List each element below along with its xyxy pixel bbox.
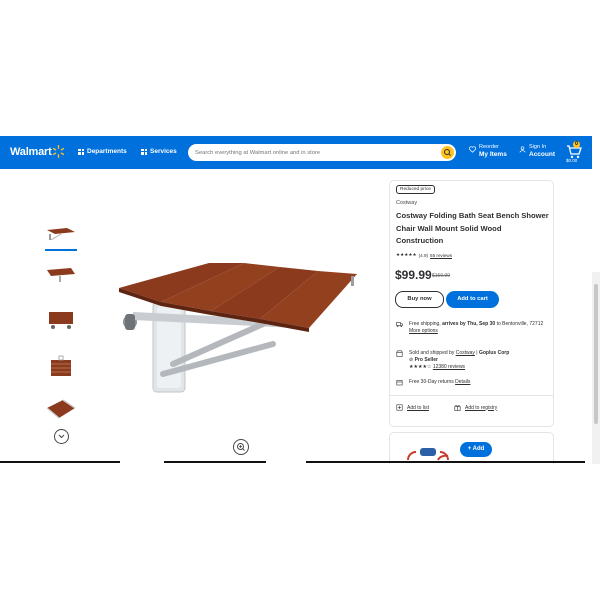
cart-total: $0.00 (566, 158, 578, 163)
reduced-price-badge: Reduced price (396, 185, 435, 194)
seller-stars: ★★★★☆ (409, 364, 432, 371)
more-options-link[interactable]: More options (409, 328, 438, 334)
add-to-list-button[interactable]: Add to list (396, 404, 429, 411)
thumbnail-2[interactable] (45, 264, 77, 288)
site-header: Walmart Departments Services Search ever… (0, 136, 592, 169)
bottom-edge-gap (266, 461, 306, 463)
thumbnails-scroll-down-button[interactable] (54, 429, 69, 444)
add-to-cart-button[interactable]: Add to cart (446, 291, 499, 308)
shipping-location: to Bentonville, 72712 (496, 321, 544, 327)
signin-label: Sign In (529, 144, 547, 150)
product-title: Costway Folding Bath Seat Bench Shower C… (396, 211, 549, 245)
add-to-registry-button[interactable]: Add to registry (454, 404, 497, 411)
product-main-image (119, 263, 357, 393)
departments-label: Departments (87, 148, 127, 155)
shipping-prefix: Free shipping, (409, 321, 441, 327)
returns-details-link[interactable]: Details (455, 379, 470, 385)
my-items-label: My Items (479, 151, 507, 158)
search-button[interactable] (441, 146, 454, 159)
card-divider (389, 395, 554, 396)
reorder-label: Reorder (479, 144, 499, 150)
thumbnail-4[interactable] (45, 354, 77, 378)
services-button[interactable]: Services (141, 148, 177, 155)
thumbnail-1[interactable] (45, 220, 77, 244)
browser-viewport: Walmart Departments Services Search ever… (0, 136, 600, 464)
add-to-registry-label: Add to registry (465, 404, 498, 411)
pro-seller-label: Pro Seller (414, 357, 438, 364)
scrollbar-thumb[interactable] (594, 284, 598, 424)
seller-alt-name: Goplus Corp (478, 350, 510, 356)
walmart-logo[interactable]: Walmart (10, 146, 52, 158)
buy-now-button[interactable]: Buy now (395, 291, 444, 308)
zoom-icon (237, 443, 245, 451)
account-label: Account (529, 151, 555, 158)
chevron-down-icon (58, 434, 65, 439)
search-bar (188, 144, 456, 161)
arrival-date: arrives by Thu, Sep 30 (442, 321, 496, 327)
returns-text: Free 30-Day returns (409, 379, 454, 385)
grid-icon (78, 148, 84, 155)
zoom-button[interactable] (233, 439, 249, 455)
bottom-edge-gap (120, 461, 164, 463)
heart-icon (469, 146, 476, 153)
services-grid-icon (141, 148, 147, 155)
pro-seller-check-icon: ⊘ (409, 357, 414, 364)
account-link[interactable]: Sign In Account (519, 144, 555, 159)
page-scrollbar[interactable] (592, 272, 600, 464)
was-price: $159.99 (432, 273, 451, 279)
rating-stars: ★★★★★ (396, 252, 417, 257)
sold-by-prefix: Sold and shipped by (409, 350, 455, 356)
search-input[interactable] (195, 148, 435, 157)
cart-count-badge: 0 (573, 141, 580, 148)
seller-reviews-link[interactable]: 12380 reviews (433, 364, 465, 370)
thumbnail-3[interactable] (45, 308, 77, 332)
departments-button[interactable]: Departments (78, 148, 127, 155)
search-icon (444, 149, 451, 156)
reorder-link[interactable]: Reorder My Items (469, 144, 507, 159)
current-price: $99.99 (395, 268, 432, 282)
product-rating: ★★★★★ (4.9) 55 reviews (396, 252, 452, 258)
services-label: Services (150, 148, 177, 155)
spark-icon (52, 145, 65, 158)
thumbnail-selected-indicator (45, 249, 77, 251)
reviews-link[interactable]: 55 reviews (430, 253, 452, 258)
gift-icon (454, 405, 461, 411)
brand-link[interactable]: Costway (396, 200, 417, 206)
store-icon (396, 350, 403, 357)
user-icon (519, 146, 526, 153)
truck-icon (396, 322, 403, 327)
return-box-icon (396, 380, 403, 386)
add-to-list-label: Add to list (407, 404, 429, 411)
seller-link[interactable]: Costway (456, 350, 475, 356)
thumbnail-5[interactable] (45, 398, 77, 422)
related-add-button[interactable]: + Add (460, 442, 492, 457)
list-icon (396, 404, 403, 411)
rating-value: (4.9) (418, 252, 429, 258)
